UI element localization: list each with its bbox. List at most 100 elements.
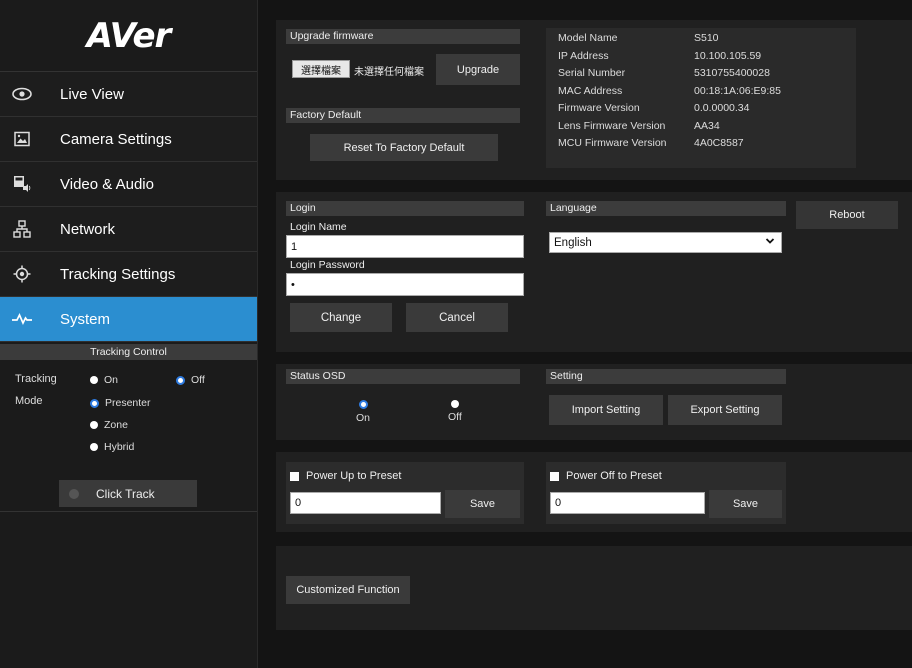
eye-icon <box>0 87 44 101</box>
info-key: Model Name <box>558 32 618 44</box>
status-osd-on-radio[interactable]: On <box>356 400 370 424</box>
language-title: Language <box>546 201 786 216</box>
info-value: 4A0C8587 <box>694 137 744 149</box>
no-file-label: 未選擇任何檔案 <box>354 67 424 78</box>
radio-selected-icon <box>358 400 368 409</box>
tracking-control-panel: Tracking On Off Mode Presenter Zone Hybr… <box>0 360 257 512</box>
tracking-label: Tracking <box>15 373 57 385</box>
power-preset-panel: Power Up to Preset 0 Save Power Off to P… <box>276 452 912 532</box>
app-root: AVer Live View Camera Settings Video & A… <box>0 0 912 668</box>
status-osd-title: Status OSD <box>286 369 520 384</box>
login-password-input[interactable]: • <box>286 273 524 296</box>
radio-unselected-icon <box>90 443 98 451</box>
video-audio-icon <box>0 175 44 193</box>
info-value: 10.100.105.59 <box>694 49 762 62</box>
radio-unselected-icon <box>90 376 98 384</box>
nav-system-label: System <box>60 310 111 328</box>
power-up-save-button[interactable]: Save <box>445 490 520 518</box>
nav-tracking-settings[interactable]: Tracking Settings <box>0 252 257 297</box>
login-password-label: Login Password <box>290 259 365 271</box>
upgrade-firmware-title: Upgrade firmware <box>286 29 520 44</box>
mode-hybrid-label: Hybrid <box>104 441 135 453</box>
upgrade-button[interactable]: Upgrade <box>436 54 520 85</box>
reset-factory-default-button[interactable]: Reset To Factory Default <box>310 134 498 161</box>
info-value: S510 <box>694 32 719 44</box>
info-value: AA34 <box>694 119 720 132</box>
tracking-on-label: On <box>104 374 119 386</box>
radio-selected-icon <box>90 398 99 408</box>
nav-system[interactable]: System <box>0 297 257 342</box>
customized-function-button[interactable]: Customized Function <box>286 576 410 604</box>
click-track-icon <box>69 488 79 499</box>
export-setting-button[interactable]: Export Setting <box>668 395 782 425</box>
language-select[interactable]: English <box>549 232 782 253</box>
info-key: IP Address <box>558 49 609 62</box>
info-key: MCU Firmware Version <box>558 137 667 149</box>
info-value: 5310755400028 <box>694 67 770 79</box>
login-name-input[interactable]: 1 <box>286 235 524 258</box>
osd-setting-panel: Status OSD On Off Setting Import Setting… <box>276 364 912 440</box>
status-osd-off-label: Off <box>448 411 462 423</box>
tracking-on-radio[interactable]: On <box>90 374 118 386</box>
chevron-down-icon <box>765 236 775 249</box>
nav-network-label: Network <box>60 220 116 238</box>
tracking-off-radio[interactable]: Off <box>176 374 205 386</box>
tracking-control-title: Tracking Control <box>0 344 257 360</box>
radio-selected-icon <box>176 375 185 385</box>
click-track-button[interactable]: Click Track <box>59 480 197 507</box>
language-selected-value: English <box>554 236 592 249</box>
power-off-preset-input[interactable]: 0 <box>550 492 705 514</box>
nav-camera-settings-label: Camera Settings <box>60 130 172 148</box>
status-osd-off-radio[interactable]: Off <box>448 400 462 423</box>
power-off-save-button[interactable]: Save <box>709 490 782 518</box>
image-icon <box>0 131 44 147</box>
nav-live-view-label: Live View <box>60 85 124 103</box>
login-panel: Login Login Name 1 Login Password • Chan… <box>276 192 912 352</box>
setting-title: Setting <box>546 369 786 384</box>
mode-presenter-radio[interactable]: Presenter <box>90 397 151 409</box>
reboot-button[interactable]: Reboot <box>796 201 898 229</box>
pulse-icon <box>0 313 44 325</box>
info-key: Firmware Version <box>558 102 640 114</box>
power-up-box: Power Up to Preset 0 Save <box>286 462 524 524</box>
nav-network[interactable]: Network <box>0 207 257 252</box>
tracking-off-label: Off <box>191 374 205 386</box>
target-icon <box>0 265 44 283</box>
status-osd-on-label: On <box>356 412 371 424</box>
cancel-button[interactable]: Cancel <box>406 303 508 332</box>
sidebar: AVer Live View Camera Settings Video & A… <box>0 0 258 668</box>
brand-logo: AVer <box>0 0 257 72</box>
customized-panel: Customized Function <box>276 546 912 630</box>
network-icon <box>0 220 44 238</box>
login-name-label: Login Name <box>290 221 347 233</box>
checkbox-unchecked-icon <box>290 471 299 481</box>
nav-live-view[interactable]: Live View <box>0 72 257 117</box>
nav-tracking-settings-label: Tracking Settings <box>60 265 176 283</box>
radio-unselected-icon <box>450 400 459 408</box>
login-title: Login <box>286 201 524 216</box>
mode-zone-label: Zone <box>104 419 128 431</box>
power-up-checkbox[interactable]: Power Up to Preset <box>290 470 401 482</box>
nav-video-audio-label: Video & Audio <box>60 175 154 193</box>
factory-default-title: Factory Default <box>286 108 520 123</box>
device-info-box: Model Name S510 IP Address 10.100.105.59 Ser… <box>546 28 856 168</box>
import-setting-button[interactable]: Import Setting <box>549 395 663 425</box>
info-key: Lens Firmware Version <box>558 119 666 132</box>
mode-zone-radio[interactable]: Zone <box>90 419 128 431</box>
info-value: 00:18:1A:06:E9:85 <box>694 84 781 97</box>
mode-presenter-label: Presenter <box>105 397 151 409</box>
mode-label: Mode <box>15 395 43 407</box>
checkbox-unchecked-icon <box>550 471 559 481</box>
nav-camera-settings[interactable]: Camera Settings <box>0 117 257 162</box>
radio-unselected-icon <box>90 421 98 429</box>
change-button[interactable]: Change <box>290 303 392 332</box>
power-up-label: Power Up to Preset <box>306 470 402 482</box>
info-key: MAC Address <box>558 84 623 97</box>
power-up-preset-input[interactable]: 0 <box>290 492 441 514</box>
mode-hybrid-radio[interactable]: Hybrid <box>90 441 134 453</box>
choose-file-button[interactable]: 選擇檔案 <box>292 60 350 78</box>
brand-name: AVer <box>86 15 172 56</box>
power-off-box: Power Off to Preset 0 Save <box>546 462 786 524</box>
power-off-checkbox[interactable]: Power Off to Preset <box>550 470 662 482</box>
nav-video-audio[interactable]: Video & Audio <box>0 162 257 207</box>
